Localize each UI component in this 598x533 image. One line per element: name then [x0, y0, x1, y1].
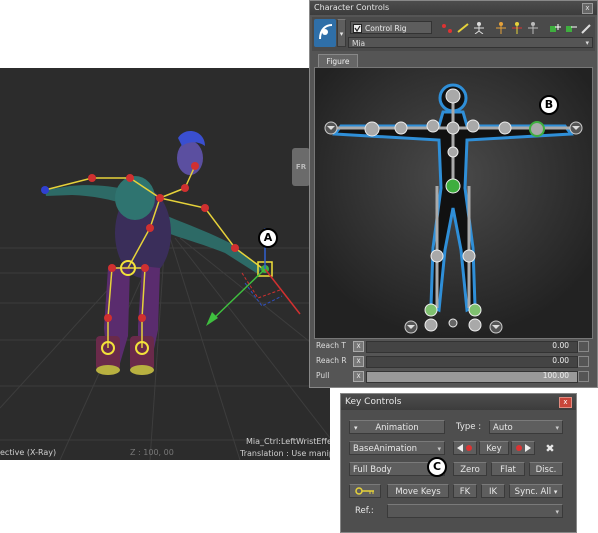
effector-name-label: Mia_Ctrl:LeftWristEffector [246, 437, 330, 446]
viewport-scene[interactable] [0, 68, 330, 460]
animation-label: Animation [375, 423, 419, 433]
character-menu-icon [319, 24, 333, 40]
zero-button[interactable]: Zero [453, 462, 487, 476]
tool-icon[interactable] [580, 22, 594, 34]
sync-all-label: Sync. All [514, 487, 552, 497]
window-title: Character Controls [314, 3, 390, 12]
add-icon[interactable] [548, 22, 562, 34]
chevron-down-icon: ▾ [354, 424, 358, 432]
layer-value: BaseAnimation [353, 444, 418, 454]
previous-key-button[interactable] [453, 441, 477, 455]
grid-size-label: Z : 100, 00 [130, 448, 174, 457]
character-mia [45, 131, 262, 375]
reset-icon[interactable] [526, 22, 540, 34]
character-controls-titlebar[interactable]: Character Controls x [310, 1, 597, 15]
key-filter-button[interactable] [349, 484, 381, 498]
character-controls-window: Character Controls x ▾ Control Rig Mia ▾ [309, 0, 598, 388]
previous-key-icon [457, 444, 472, 452]
reach-t-end-button[interactable] [578, 341, 589, 352]
sync-all-button[interactable]: Sync. All ▾ [509, 484, 563, 498]
chevron-down-icon: ▾ [585, 39, 589, 47]
reach-t-label: Reach T [316, 341, 346, 350]
character-toolbar: ▾ Control Rig Mia ▾ [312, 17, 595, 51]
control-rig-toggle[interactable]: Control Rig [350, 21, 432, 34]
viewport-side-tab[interactable]: FR [292, 148, 310, 186]
ik-button[interactable]: IK [481, 484, 505, 498]
body-part-icon[interactable] [494, 22, 508, 34]
pin-icon[interactable] [456, 22, 470, 34]
remove-icon[interactable] [564, 22, 578, 34]
pull-value[interactable]: 100.00 [543, 370, 569, 382]
next-key-icon [516, 444, 531, 452]
key-controls-titlebar[interactable]: Key Controls x [341, 394, 576, 410]
key-icon [355, 487, 374, 495]
type-label: Type : [456, 422, 482, 432]
flat-button[interactable]: Flat [491, 462, 525, 476]
stance-icon[interactable] [472, 22, 486, 34]
reach-r-key-button[interactable]: X [353, 356, 364, 367]
reach-r-value[interactable]: 0.00 [552, 355, 569, 367]
fk-button[interactable]: FK [453, 484, 477, 498]
pull-key-button[interactable]: X [353, 371, 364, 382]
close-icon[interactable]: x [559, 397, 572, 408]
window-title: Key Controls [345, 397, 402, 407]
layer-dropdown[interactable]: BaseAnimation ▾ [349, 441, 445, 455]
ref-label: Ref.: [355, 506, 374, 516]
key-button[interactable]: Key [479, 441, 509, 455]
pull-slider-row[interactable]: Pull X 100.00 [314, 370, 591, 383]
pull-end-button[interactable] [578, 371, 589, 382]
tab-figure[interactable]: Figure [318, 54, 358, 68]
full-body-value: Full Body [353, 465, 392, 475]
chevron-down-icon: ▾ [553, 488, 558, 496]
head-node [445, 88, 461, 104]
delete-key-button[interactable]: ✖ [541, 441, 559, 455]
character-name: Mia [352, 39, 366, 48]
reach-t-key-button[interactable]: X [353, 341, 364, 352]
reach-r-end-button[interactable] [578, 356, 589, 367]
chevron-down-icon: ▾ [555, 424, 559, 432]
type-dropdown[interactable]: Auto ▾ [489, 420, 563, 434]
type-value: Auto [493, 423, 513, 433]
pull-label: Pull [316, 371, 330, 380]
reach-r-label: Reach R [316, 356, 347, 365]
close-icon[interactable]: x [582, 3, 593, 14]
select-effector-icon[interactable] [440, 22, 454, 34]
reach-t-slider[interactable] [366, 341, 578, 353]
viewport[interactable]: FR ective (X-Ray) Z : 100, 00 Mia_Ctrl:L… [0, 68, 330, 460]
reach-t-slider-row[interactable]: Reach T X 0.00 [314, 340, 591, 353]
character-name-field[interactable]: Mia ▾ [348, 37, 593, 48]
disc-button[interactable]: Disc. [529, 462, 563, 476]
next-key-button[interactable] [511, 441, 535, 455]
callout-c: C [427, 457, 447, 477]
reach-r-slider[interactable] [366, 356, 578, 368]
chevron-down-icon: ▾ [437, 445, 441, 453]
camera-label: ective (X-Ray) [0, 448, 57, 457]
ref-dropdown[interactable]: ▾ [387, 504, 563, 518]
reach-t-value[interactable]: 0.00 [552, 340, 569, 352]
checkmark-icon [354, 25, 361, 33]
character-menu-button[interactable] [314, 19, 336, 47]
control-rig-label: Control Rig [365, 24, 407, 33]
reach-r-slider-row[interactable]: Reach R X 0.00 [314, 355, 591, 368]
grid-floor [0, 237, 330, 460]
status-label: Translation : Use manipulator [240, 449, 330, 458]
animation-button[interactable]: ▾ Animation [349, 420, 445, 434]
chevron-down-icon[interactable]: ▾ [337, 19, 346, 47]
callout-a: A [258, 228, 278, 248]
chevron-down-icon: ▾ [555, 508, 559, 516]
callout-b: B [539, 95, 559, 115]
key-controls-window: Key Controls x ▾ Animation Type : Auto ▾… [340, 393, 577, 533]
move-keys-button[interactable]: Move Keys [387, 484, 449, 498]
control-rig-checkbox[interactable] [353, 24, 362, 33]
mirror-icon[interactable] [510, 22, 524, 34]
